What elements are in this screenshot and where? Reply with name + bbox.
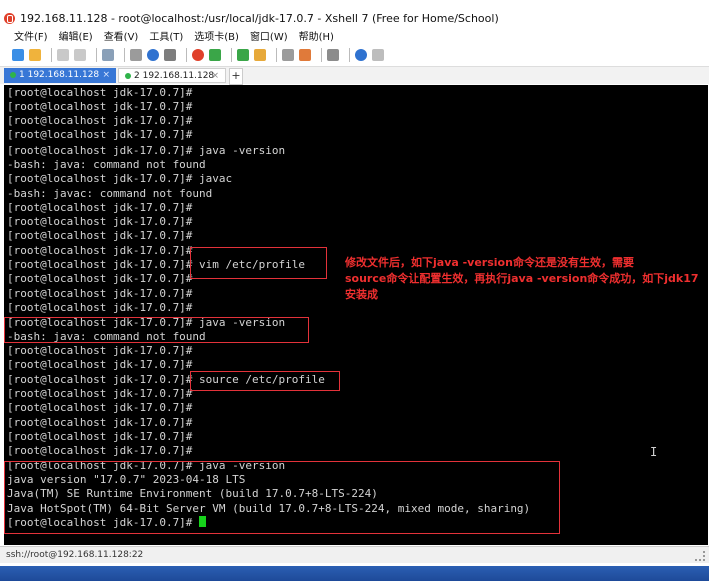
toolbar-separator	[321, 48, 322, 62]
terminal-line: [root@localhost jdk-17.0.7]#	[7, 244, 193, 257]
session-tab-2[interactable]: 2 192.168.11.128 ×	[118, 68, 226, 83]
color-icon[interactable]	[147, 49, 159, 61]
terminal-line: [root@localhost jdk-17.0.7]#	[7, 444, 193, 457]
help-icon[interactable]	[355, 49, 367, 61]
fullscreen-icon[interactable]	[209, 49, 221, 61]
title-bar: 192.168.11.128 - root@localhost:/usr/loc…	[0, 10, 709, 26]
keyboard-icon[interactable]	[254, 49, 266, 61]
terminal-line: [root@localhost jdk-17.0.7]#	[7, 430, 193, 443]
terminal-line: [root@localhost jdk-17.0.7]#	[7, 416, 193, 429]
taskbar-strip	[0, 566, 709, 581]
paste-icon[interactable]	[74, 49, 86, 61]
highlight-box-source	[190, 371, 340, 391]
toolbar-separator	[51, 48, 52, 62]
new-session-icon[interactable]	[12, 49, 24, 61]
resize-grip-icon[interactable]	[695, 551, 705, 561]
chat-icon[interactable]	[372, 49, 384, 61]
terminal-line: -bash: java: command not found	[7, 158, 206, 171]
toolbar-separator	[96, 48, 97, 62]
toolbar	[0, 45, 709, 65]
menu-edit[interactable]: 编辑(E)	[59, 28, 93, 43]
terminal-line: [root@localhost jdk-17.0.7]#	[7, 272, 193, 285]
terminal-line: [root@localhost jdk-17.0.7]#	[7, 401, 193, 414]
layout-icon[interactable]	[327, 49, 339, 61]
connection-status: ssh://root@192.168.11.128:22	[6, 550, 144, 560]
xftp-icon[interactable]	[192, 49, 204, 61]
connected-status-icon	[10, 71, 16, 78]
session-tab-label: 2 192.168.11.128	[134, 71, 215, 81]
open-folder-icon[interactable]	[29, 49, 41, 61]
menu-tabs[interactable]: 选项卡(B)	[194, 28, 239, 43]
highlight-box-java-version-success	[4, 461, 560, 534]
terminal-line: -bash: javac: command not found	[7, 187, 213, 200]
toolbar-separator	[186, 48, 187, 62]
terminal-line: [root@localhost jdk-17.0.7]#	[7, 114, 193, 127]
i-beam-cursor-icon: I	[650, 445, 658, 459]
menu-tools[interactable]: 工具(T)	[149, 28, 183, 43]
terminal-line: [root@localhost jdk-17.0.7]# java -versi…	[7, 144, 286, 157]
terminal-line: [root@localhost jdk-17.0.7]#	[7, 301, 193, 314]
toolbar-separator	[124, 48, 125, 62]
menu-window[interactable]: 窗口(W)	[250, 28, 288, 43]
toolbar-separator	[349, 48, 350, 62]
close-icon[interactable]: ×	[102, 68, 110, 83]
terminal-line: [root@localhost jdk-17.0.7]# javac	[7, 172, 233, 185]
terminal-pane[interactable]: [root@localhost jdk-17.0.7]# [root@local…	[4, 85, 708, 545]
layout-icon[interactable]	[299, 49, 311, 61]
window-title: 192.168.11.128 - root@localhost:/usr/loc…	[20, 11, 499, 25]
connected-status-icon	[125, 72, 131, 79]
menu-help[interactable]: 帮助(H)	[299, 28, 334, 43]
menu-bar: 文件(F) 编辑(E) 查看(V) 工具(T) 选项卡(B) 窗口(W) 帮助(…	[0, 27, 709, 44]
menu-file[interactable]: 文件(F)	[14, 28, 48, 43]
xshell-window: 192.168.11.128 - root@localhost:/usr/loc…	[0, 0, 709, 581]
menu-view[interactable]: 查看(V)	[104, 28, 139, 43]
terminal-line: [root@localhost jdk-17.0.7]#	[7, 215, 193, 228]
terminal-line: [root@localhost jdk-17.0.7]#	[7, 344, 193, 357]
session-tab-label: 1 192.168.11.128	[19, 70, 100, 80]
find-icon[interactable]	[102, 49, 114, 61]
xshell-app-icon	[4, 12, 15, 24]
terminal-line: [root@localhost jdk-17.0.7]#	[7, 201, 193, 214]
annotation-note: 修改文件后，如下java -version命令还是没有生效，需要 source命…	[345, 256, 699, 301]
terminal-line: [root@localhost jdk-17.0.7]#	[7, 128, 193, 141]
close-icon[interactable]: ×	[211, 69, 219, 84]
toolbar-separator	[231, 48, 232, 62]
session-tab-bar: 1 192.168.11.128 × 2 192.168.11.128 × +	[0, 66, 709, 85]
terminal-line: [root@localhost jdk-17.0.7]#	[7, 358, 193, 371]
terminal-line: [root@localhost jdk-17.0.7]#	[7, 387, 193, 400]
highlight-box-java-version-fail	[4, 317, 309, 343]
session-tab-1[interactable]: 1 192.168.11.128 ×	[4, 68, 116, 83]
compose-icon[interactable]	[282, 49, 294, 61]
highlight-box-vim	[190, 247, 327, 279]
terminal-line: [root@localhost jdk-17.0.7]#	[7, 229, 193, 242]
terminal-line: [root@localhost jdk-17.0.7]#	[7, 287, 193, 300]
toolbar-separator	[276, 48, 277, 62]
font-icon[interactable]	[164, 49, 176, 61]
add-tab-button[interactable]: +	[229, 68, 243, 85]
copy-icon[interactable]	[57, 49, 69, 61]
status-bar: ssh://root@192.168.11.128:22	[0, 546, 709, 563]
settings-icon[interactable]	[130, 49, 142, 61]
terminal-line: [root@localhost jdk-17.0.7]#	[7, 86, 193, 99]
lock-icon[interactable]	[237, 49, 249, 61]
terminal-line: [root@localhost jdk-17.0.7]#	[7, 100, 193, 113]
